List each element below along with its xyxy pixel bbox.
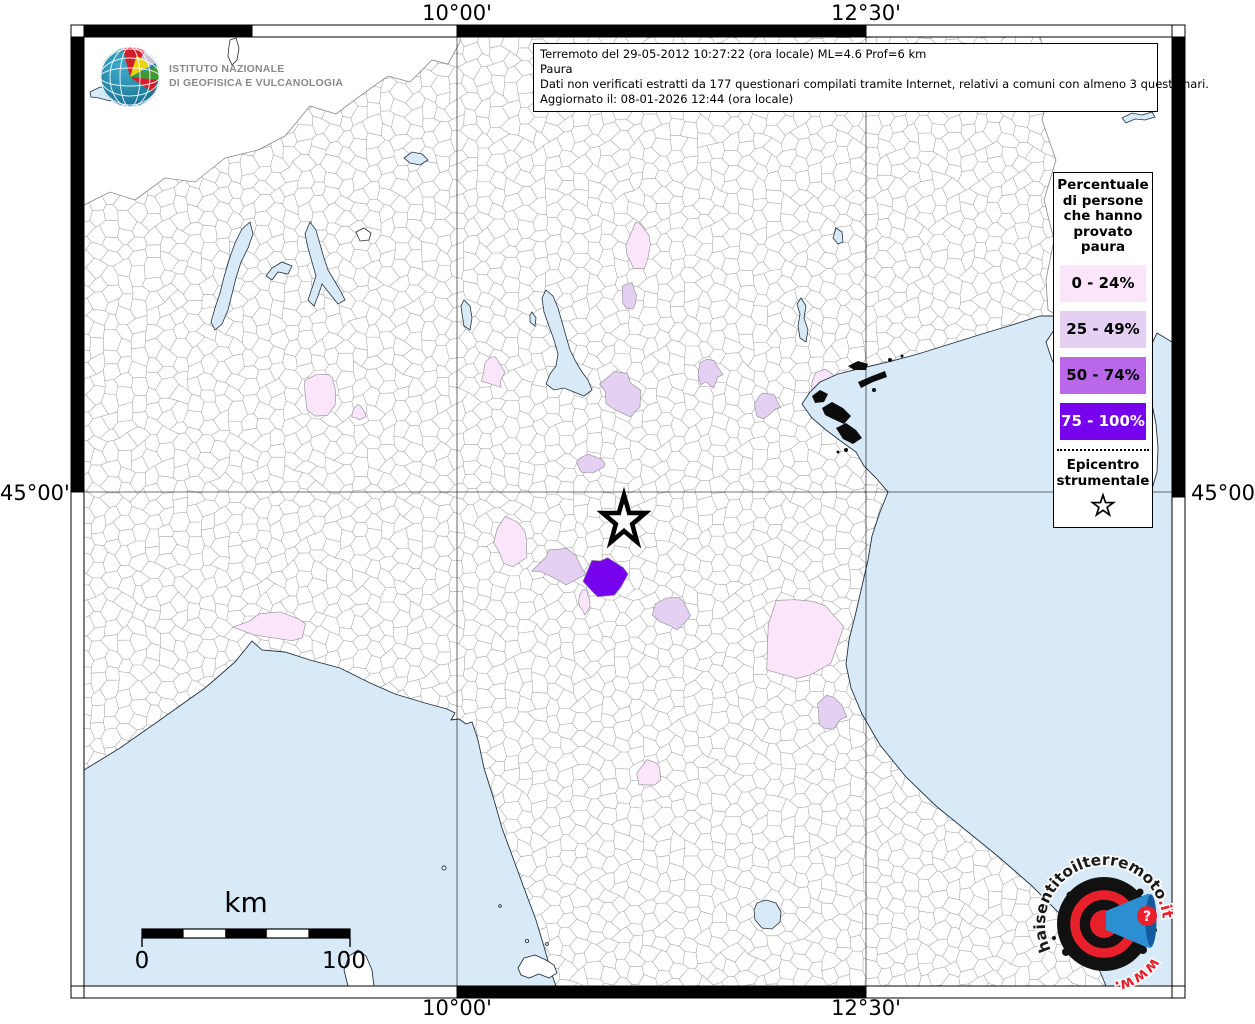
legend-separator	[1057, 448, 1149, 451]
legend-class-25-49: 25 - 49%	[1060, 310, 1146, 348]
scale-unit-label: km	[224, 886, 268, 919]
ingv-logo	[100, 47, 160, 107]
earthquake-info-box: Terremoto del 29-05-2012 10:27:22 (ora l…	[533, 43, 1209, 112]
legend-star-icon	[1054, 491, 1152, 523]
legend-epicenter-label: Epicentro strumentale	[1056, 456, 1150, 489]
axis-label-left: 45°00'	[0, 481, 70, 505]
info-line-event: Terremoto del 29-05-2012 10:27:22 (ora l…	[540, 47, 927, 61]
legend-class-0-24: 0 - 24%	[1060, 264, 1146, 302]
legend-class-50-74: 50 - 74%	[1060, 356, 1146, 394]
axis-label-top-right: 12°30'	[831, 1, 901, 25]
scale-min-label: 0	[134, 948, 150, 974]
question-mark: ?	[1143, 909, 1151, 925]
municipality-class-0	[304, 374, 337, 417]
scale-max-label: 100	[322, 948, 366, 974]
ingv-name-line1: ISTITUTO NAZIONALE	[169, 63, 285, 75]
ingv-name-line2: DI GEOFISICA E VULCANOLOGIA	[169, 77, 344, 89]
hsit-earthquake-map-page: ? haisentitoilterremoto.it www. 10°00' 1…	[0, 0, 1255, 1024]
info-line-updated: Aggiornato il: 08-01-2026 12:44 (ora loc…	[540, 92, 794, 106]
info-line-effect: Paura	[540, 62, 573, 76]
axis-label-right: 45°00'	[1191, 481, 1255, 505]
legend: Percentuale di persone che hanno provato…	[1053, 172, 1153, 528]
info-line-source: Dati non verificati estratti da 177 ques…	[540, 77, 1209, 91]
legend-class-75-100: 75 - 100%	[1060, 402, 1146, 440]
axis-label-bottom-left: 10°00'	[422, 996, 492, 1020]
axis-label-top-left: 10°00'	[422, 1, 492, 25]
axis-label-bottom-right: 12°30'	[831, 996, 901, 1020]
legend-title: Percentuale di persone che hanno provato…	[1057, 177, 1149, 255]
